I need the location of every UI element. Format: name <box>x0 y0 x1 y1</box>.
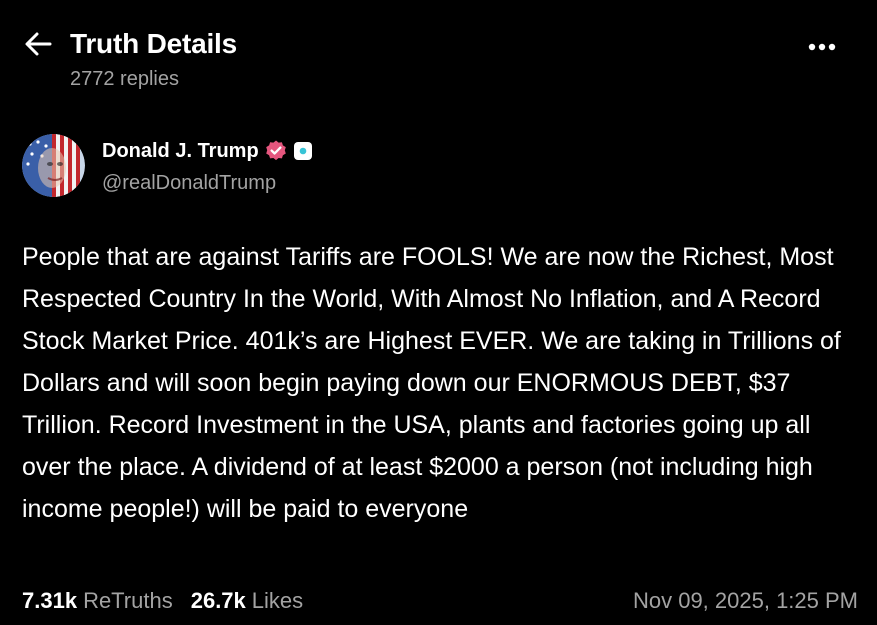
arrow-left-icon <box>25 32 52 56</box>
reply-count: 2772 replies <box>70 68 179 90</box>
page-header: Truth Details 2772 replies <box>0 0 877 100</box>
retruths-label: ReTruths <box>83 588 173 613</box>
likes-label: Likes <box>251 588 304 613</box>
avatar[interactable] <box>22 134 85 197</box>
page-title: Truth Details <box>70 28 237 59</box>
avatar-image <box>22 134 85 197</box>
likes-stat[interactable]: 26.7k Likes <box>191 588 303 614</box>
back-button[interactable] <box>22 30 54 58</box>
author-name-row: Donald J. Trump <box>102 138 313 164</box>
post-timestamp: Nov 09, 2025, 1:25 PM <box>632 588 858 613</box>
author-row: Donald J. Trump @realDonaldTrump <box>0 128 877 203</box>
verified-badge-icon <box>264 139 288 163</box>
retruths-count: 7.31k <box>22 588 78 613</box>
post-body: People that are against Tariffs are FOOL… <box>22 243 841 523</box>
more-horizontal-icon <box>808 43 836 51</box>
affiliation-badge-icon <box>293 141 313 161</box>
author-name[interactable]: Donald J. Trump <box>102 138 259 164</box>
likes-count: 26.7k <box>190 588 246 613</box>
post-stats: 7.31k ReTruths 26.7k Likes <box>22 585 321 617</box>
retruths-stat[interactable]: 7.31k ReTruths <box>22 588 173 614</box>
author-handle[interactable]: @realDonaldTrump <box>102 170 276 196</box>
more-options-button[interactable] <box>804 36 840 58</box>
